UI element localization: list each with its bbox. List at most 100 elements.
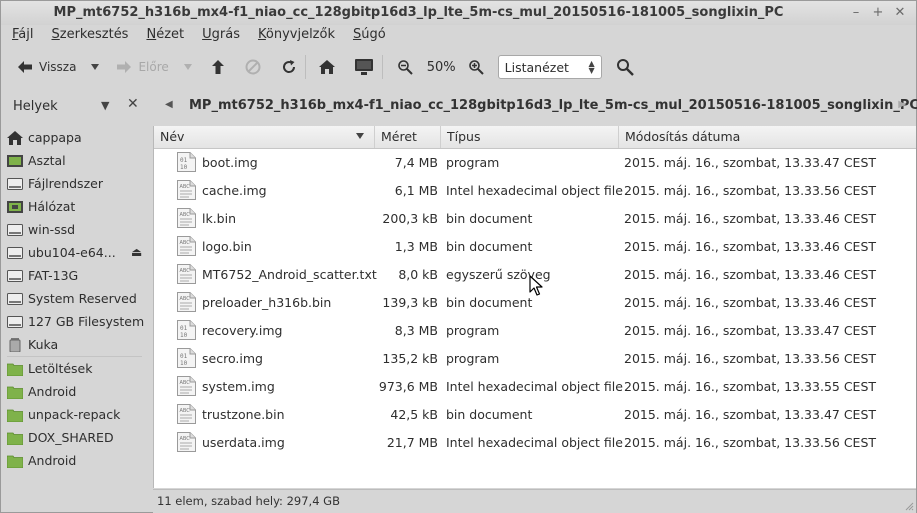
eject-icon[interactable]: ⏏ xyxy=(131,245,142,259)
path-scroll-left-icon[interactable]: ◀ xyxy=(165,99,173,110)
sidebar-item-127gb-filesystem[interactable]: 127 GB Filesystem xyxy=(1,310,152,333)
search-button[interactable] xyxy=(616,52,634,82)
file-manager-window: MP_mt6752_h316b_mx4-f1_niao_cc_128gbitp1… xyxy=(0,0,917,513)
forward-button[interactable]: Előre xyxy=(116,52,169,82)
table-row[interactable]: 01 10 boot.img 7,4 MB program 2015. máj. 16.,… xyxy=(154,148,916,176)
sidebar-header: Helyek ▼ ✕ xyxy=(1,89,152,123)
column-header-modified[interactable]: Módosítás dátuma xyxy=(619,126,916,148)
sidebar-item-network[interactable]: Hálózat xyxy=(1,195,152,218)
sidebar-item-ubu104[interactable]: ubu104-e64... ⏏ xyxy=(1,241,152,264)
resize-grip-icon[interactable] xyxy=(904,501,914,511)
menu-file[interactable]: Fájl xyxy=(1,25,41,45)
text-file-icon: ABC xyxy=(177,292,196,312)
stop-button[interactable] xyxy=(245,52,261,82)
spinner-arrows-icon: ▲ ▼ xyxy=(588,59,595,75)
maximize-button[interactable]: + xyxy=(870,4,886,20)
back-button[interactable]: Vissza xyxy=(17,52,76,82)
file-name: system.img xyxy=(202,379,275,394)
places-list: cappapa Asztal Fájlrendszer Hálózat win-… xyxy=(1,126,152,472)
zoom-level: 50% xyxy=(426,59,456,75)
table-row[interactable]: 01 10 recovery.img 8,3 MB program 2015. máj. … xyxy=(154,316,916,344)
file-type: bin document xyxy=(446,211,533,226)
up-button[interactable] xyxy=(211,52,225,82)
folder-icon xyxy=(7,409,23,422)
svg-text:10: 10 xyxy=(180,332,188,339)
back-history-dropdown[interactable] xyxy=(90,52,100,82)
reload-button[interactable] xyxy=(281,52,297,82)
menu-bookmarks[interactable]: Könyvjelzők xyxy=(247,25,342,45)
sidebar-item-android-2[interactable]: Android xyxy=(1,449,152,472)
svg-text:01: 01 xyxy=(180,325,188,332)
home-icon xyxy=(318,60,335,74)
toolbar: Vissza Előre 50% Listanézet ▲ ▼ xyxy=(1,48,916,86)
network-icon xyxy=(7,200,23,213)
menu-edit[interactable]: Szerkesztés xyxy=(41,25,136,45)
sidebar-item-home[interactable]: cappapa xyxy=(1,126,152,149)
path-scroll-right-icon[interactable]: ▶ xyxy=(898,99,906,110)
file-type: program xyxy=(446,323,500,338)
sidebar-item-dox-shared[interactable]: DOX_SHARED xyxy=(1,426,152,449)
path-crumb-current[interactable]: MP_mt6752_h316b_mx4-f1_niao_cc_128gbitp1… xyxy=(189,98,917,113)
sidebar-item-desktop[interactable]: Asztal xyxy=(1,149,152,172)
file-modified: 2015. máj. 16., szombat, 13.33.55 CEST xyxy=(624,379,877,394)
file-modified: 2015. máj. 16., szombat, 13.33.46 CEST xyxy=(624,239,877,254)
column-header-name[interactable]: Név xyxy=(154,126,375,148)
menu-go[interactable]: Ugrás xyxy=(191,25,247,45)
binary-file-icon: 01 10 xyxy=(177,348,196,368)
title-bar[interactable]: MP_mt6752_h316b_mx4-f1_niao_cc_128gbitp1… xyxy=(1,1,916,25)
table-row[interactable]: ABC system.img 973,6 MB Intel hexadecimal o… xyxy=(154,372,916,400)
text-file-icon: ABC xyxy=(177,208,196,228)
file-size: 973,6 MB xyxy=(378,379,438,394)
minimize-button[interactable]: – xyxy=(848,4,864,20)
desktop-icon xyxy=(7,154,23,167)
arrow-right-icon xyxy=(117,61,132,73)
sidebar-item-unpack-repack[interactable]: unpack-repack xyxy=(1,403,152,426)
table-row[interactable]: ABC lk.bin 200,3 kB bin document 2015. máj. … xyxy=(154,204,916,232)
table-row[interactable]: ABC logo.bin 1,3 MB bin document 2015. máj. … xyxy=(154,232,916,260)
file-list-view[interactable]: Név Méret Típus Módosítás dátuma 01 10 boo… xyxy=(153,126,916,488)
file-size: 21,7 MB xyxy=(386,435,438,450)
table-row[interactable]: ABC userdata.img 21,7 MB Intel hexadecimal … xyxy=(154,428,916,456)
file-name: lk.bin xyxy=(202,211,237,226)
file-size: 8,3 MB xyxy=(394,323,438,338)
forward-history-dropdown[interactable] xyxy=(183,52,193,82)
column-header-type[interactable]: Típus xyxy=(441,126,619,148)
zoom-out-button[interactable] xyxy=(397,52,413,82)
sidebar-item-android[interactable]: Android xyxy=(1,380,152,403)
toolbar-separator xyxy=(304,55,306,79)
chevron-down-icon xyxy=(91,64,100,70)
zoom-in-button[interactable] xyxy=(468,52,484,82)
home-button[interactable] xyxy=(318,52,336,82)
sidebar-item-win-ssd[interactable]: win-ssd xyxy=(1,218,152,241)
sidebar-close-button[interactable]: ✕ xyxy=(127,96,139,112)
sidebar-item-filesystem[interactable]: Fájlrendszer xyxy=(1,172,152,195)
file-name: secro.img xyxy=(202,351,263,366)
table-row[interactable]: ABC trustzone.bin 42,5 kB bin document 2015.… xyxy=(154,400,916,428)
file-type: program xyxy=(446,155,500,170)
search-icon xyxy=(616,59,634,76)
sidebar-item-system-reserved[interactable]: System Reserved xyxy=(1,287,152,310)
file-type: program xyxy=(446,351,500,366)
text-file-icon: ABC xyxy=(177,236,196,256)
svg-text:ABC: ABC xyxy=(180,268,191,274)
column-header: Név Méret Típus Módosítás dátuma xyxy=(154,126,916,149)
sidebar-item-fat-13g[interactable]: FAT-13G xyxy=(1,264,152,287)
close-button[interactable]: ✕ xyxy=(892,4,908,20)
zoom-out-icon xyxy=(397,60,413,75)
sidebar-item-downloads[interactable]: Letöltések xyxy=(1,357,152,380)
text-file-icon: ABC xyxy=(177,180,196,200)
table-row[interactable]: ABC cache.img 6,1 MB Intel hexadecimal obje… xyxy=(154,176,916,204)
menu-view[interactable]: Nézet xyxy=(135,25,191,45)
menu-help[interactable]: Súgó xyxy=(342,25,393,45)
computer-button[interactable] xyxy=(354,52,374,82)
binary-file-icon: 01 10 xyxy=(177,320,196,340)
table-row[interactable]: 01 10 secro.img 135,2 kB program 2015. máj. 1… xyxy=(154,344,916,372)
window-title: MP_mt6752_h316b_mx4-f1_niao_cc_128gbitp1… xyxy=(53,5,784,20)
column-header-size[interactable]: Méret xyxy=(375,126,441,148)
sidebar-mode-dropdown[interactable]: ▼ xyxy=(101,99,109,112)
svg-text:ABC: ABC xyxy=(180,212,191,218)
sort-descending-icon xyxy=(356,133,364,139)
sidebar-item-trash[interactable]: Kuka xyxy=(1,333,152,356)
svg-text:01: 01 xyxy=(180,157,188,164)
view-mode-select[interactable]: Listanézet ▲ ▼ xyxy=(497,55,602,79)
